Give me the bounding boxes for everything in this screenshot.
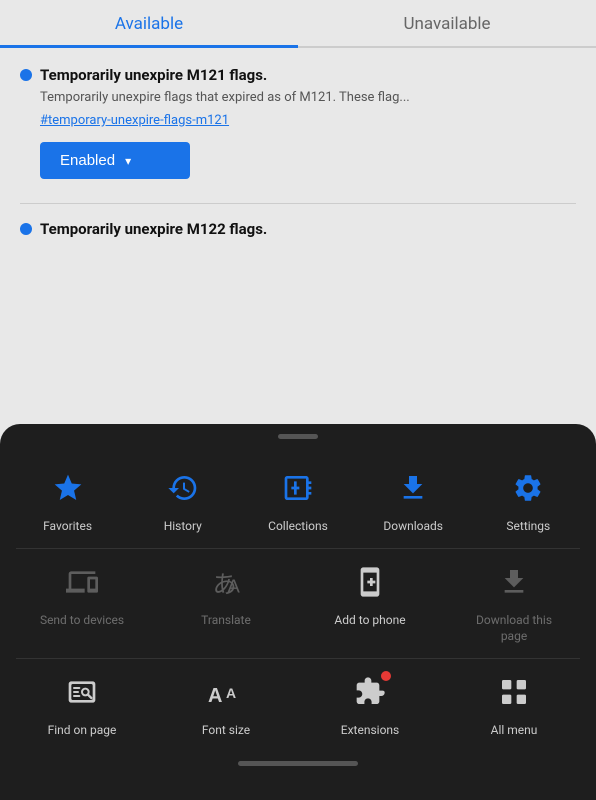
find-on-page-label: Find on page xyxy=(48,723,117,739)
extensions-icon-wrap xyxy=(347,669,393,715)
sheet-handle xyxy=(278,434,318,439)
collections-item[interactable]: Collections xyxy=(253,465,343,535)
downloads-label: Downloads xyxy=(383,519,443,535)
history-label: History xyxy=(164,519,202,535)
all-menu-label: All menu xyxy=(491,723,538,739)
add-to-phone-label: Add to phone xyxy=(334,613,405,629)
flag-item-2: Temporarily unexpire M122 flags. xyxy=(0,204,596,250)
downloads-icon-wrap xyxy=(390,465,436,511)
flag-dot-1 xyxy=(20,69,32,81)
flags-area: Available Unavailable Temporarily unexpi… xyxy=(0,0,596,250)
find-on-page-icon xyxy=(66,676,98,708)
icon-row-3: Find on page A A Font size Extensions xyxy=(0,659,596,753)
flag-title-2: Temporarily unexpire M122 flags. xyxy=(20,220,576,238)
gear-icon xyxy=(512,472,544,504)
favorites-label: Favorites xyxy=(43,519,92,535)
collections-label: Collections xyxy=(268,519,328,535)
svg-text:A: A xyxy=(227,576,240,597)
flag-dot-2 xyxy=(20,223,32,235)
star-icon xyxy=(52,472,84,504)
history-item[interactable]: History xyxy=(138,465,228,535)
collections-icon-wrap xyxy=(275,465,321,511)
add-phone-icon xyxy=(354,566,386,598)
history-icon xyxy=(167,472,199,504)
extensions-item[interactable]: Extensions xyxy=(325,669,415,739)
bottom-sheet: Favorites History Collections xyxy=(0,424,596,800)
settings-icon-wrap xyxy=(505,465,551,511)
flag-dropdown-1[interactable]: Enabled ▾ xyxy=(40,142,576,179)
flag-desc-1: Temporarily unexpire flags that expired … xyxy=(40,90,576,105)
tabs: Available Unavailable xyxy=(0,0,596,48)
send-icon-wrap xyxy=(59,559,105,605)
dropdown-arrow-icon: ▾ xyxy=(125,154,131,168)
download-page-item[interactable]: Download this page xyxy=(469,559,559,644)
flag-item-1: Temporarily unexpire M121 flags. Tempora… xyxy=(0,48,596,193)
svg-text:A: A xyxy=(208,685,222,707)
enabled-dropdown[interactable]: Enabled ▾ xyxy=(40,142,190,179)
font-size-icon: A A xyxy=(208,676,244,708)
extensions-label: Extensions xyxy=(341,723,399,739)
find-on-page-icon-wrap xyxy=(59,669,105,715)
download-page-icon-wrap xyxy=(491,559,537,605)
font-size-label: Font size xyxy=(202,723,250,739)
download-page-label: Download this page xyxy=(469,613,559,644)
nav-pill xyxy=(238,761,358,766)
favorites-icon-wrap xyxy=(45,465,91,511)
send-to-devices-label: Send to devices xyxy=(40,613,124,629)
collections-icon xyxy=(282,472,314,504)
downloads-item[interactable]: Downloads xyxy=(368,465,458,535)
extensions-icon xyxy=(354,676,386,708)
translate-icon: あ A xyxy=(210,566,242,598)
all-menu-icon-wrap xyxy=(491,669,537,715)
icon-row-2: Send to devices あ A Translate Add to pho… xyxy=(0,549,596,658)
find-on-page-item[interactable]: Find on page xyxy=(37,669,127,739)
add-to-phone-icon-wrap xyxy=(347,559,393,605)
all-menu-item[interactable]: All menu xyxy=(469,669,559,739)
extensions-badge xyxy=(381,671,391,681)
font-size-icon-wrap: A A xyxy=(203,669,249,715)
translate-label: Translate xyxy=(201,613,251,629)
settings-label: Settings xyxy=(506,519,550,535)
tab-available[interactable]: Available xyxy=(0,0,298,46)
send-devices-icon xyxy=(66,566,98,598)
translate-item[interactable]: あ A Translate xyxy=(181,559,271,644)
tab-unavailable[interactable]: Unavailable xyxy=(298,0,596,46)
downloads-icon xyxy=(397,472,429,504)
add-to-phone-item[interactable]: Add to phone xyxy=(325,559,415,644)
flag-link-1[interactable]: #temporary-unexpire-flags-m121 xyxy=(40,113,576,128)
nav-bar xyxy=(0,753,596,770)
send-to-devices-item[interactable]: Send to devices xyxy=(37,559,127,644)
svg-text:A: A xyxy=(226,685,236,701)
translate-icon-wrap: あ A xyxy=(203,559,249,605)
settings-item[interactable]: Settings xyxy=(483,465,573,535)
download-page-icon xyxy=(498,566,530,598)
icon-row-1: Favorites History Collections xyxy=(0,455,596,549)
favorites-item[interactable]: Favorites xyxy=(23,465,113,535)
history-icon-wrap xyxy=(160,465,206,511)
font-size-item[interactable]: A A Font size xyxy=(181,669,271,739)
all-menu-icon xyxy=(498,676,530,708)
flag-title-1: Temporarily unexpire M121 flags. xyxy=(20,66,576,84)
